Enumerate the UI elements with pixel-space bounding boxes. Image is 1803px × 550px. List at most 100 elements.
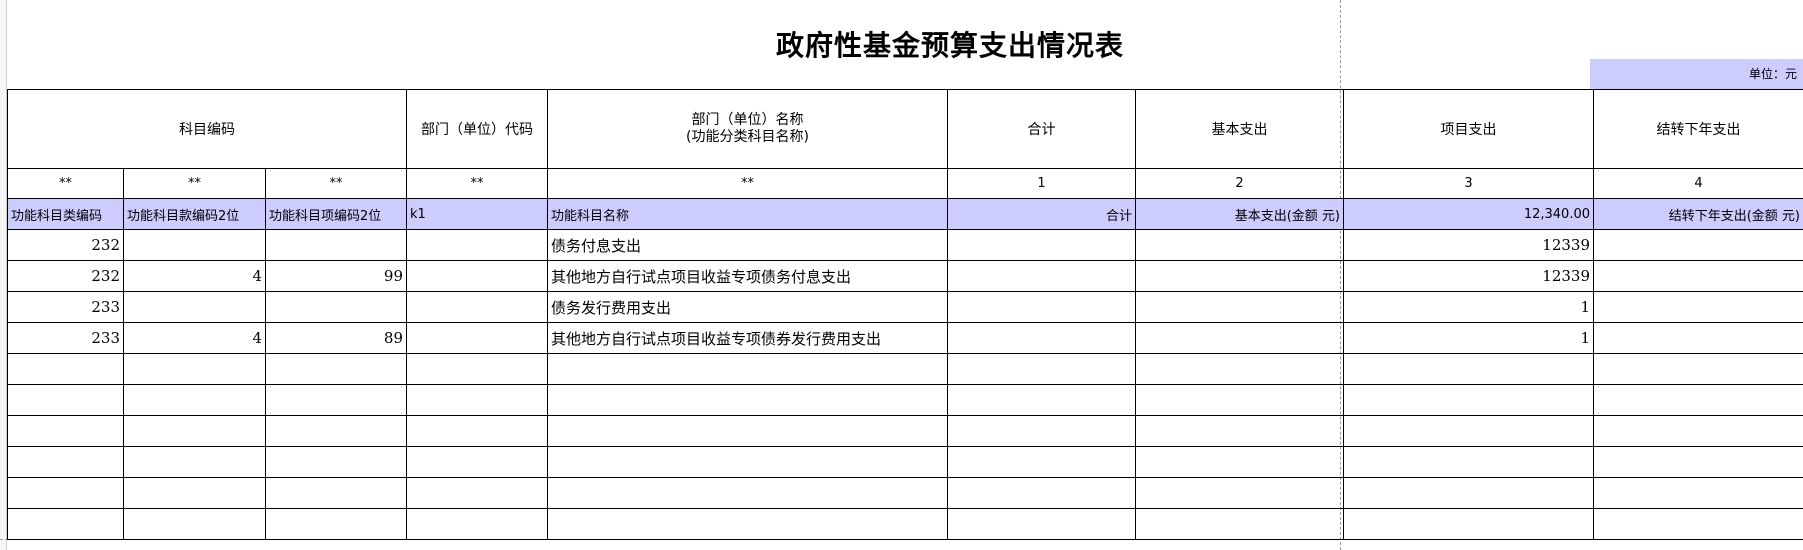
table-cell[interactable] [947,446,1136,478]
table-cell[interactable] [1593,260,1803,292]
table-cell[interactable] [123,353,266,385]
table-cell[interactable] [406,446,548,478]
table-cell[interactable] [947,477,1136,509]
field-cell[interactable]: 功能科目名称 [547,198,948,230]
table-cell[interactable] [947,415,1136,447]
table-cell[interactable]: 其他地方自行试点项目收益专项债券发行费用支出 [547,322,948,354]
header-total[interactable]: 合计 [947,89,1136,169]
table-cell[interactable] [1135,508,1344,540]
table-cell[interactable] [1593,291,1803,323]
table-cell[interactable] [1135,415,1344,447]
table-cell[interactable] [265,477,407,509]
field-cell[interactable]: 12,340.00 [1343,198,1594,230]
table-cell[interactable] [123,229,266,261]
table-cell[interactable] [1135,384,1344,416]
table-cell[interactable] [7,353,124,385]
header-dept-code[interactable]: 部门（单位）代码 [406,89,548,169]
table-cell[interactable] [1593,477,1803,509]
table-cell[interactable]: 12339 [1343,229,1594,261]
index-cell[interactable]: 3 [1343,168,1594,199]
table-cell[interactable] [1593,508,1803,540]
table-cell[interactable]: 1 [1343,322,1594,354]
table-cell[interactable]: 4 [123,260,266,292]
table-cell[interactable] [547,477,948,509]
table-cell[interactable] [1135,353,1344,385]
table-cell[interactable] [547,508,948,540]
field-cell[interactable]: 功能科目项编码2位 [265,198,407,230]
table-cell[interactable] [947,384,1136,416]
index-cell[interactable]: ** [265,168,407,199]
table-cell[interactable] [547,353,948,385]
table-cell[interactable] [406,260,548,292]
table-cell[interactable]: 89 [265,322,407,354]
table-cell[interactable] [947,260,1136,292]
table-cell[interactable] [7,384,124,416]
table-cell[interactable] [1343,508,1594,540]
table-cell[interactable] [265,415,407,447]
table-cell[interactable] [265,446,407,478]
table-cell[interactable] [1593,353,1803,385]
table-cell[interactable] [1343,384,1594,416]
field-cell[interactable]: k1 [406,198,548,230]
index-cell[interactable]: 4 [1593,168,1803,199]
table-cell[interactable]: 232 [7,229,124,261]
table-cell[interactable] [7,477,124,509]
table-cell[interactable] [265,229,407,261]
table-cell[interactable] [123,415,266,447]
table-cell[interactable] [406,353,548,385]
table-cell[interactable] [547,384,948,416]
table-cell[interactable] [406,384,548,416]
header-project[interactable]: 项目支出 [1343,89,1594,169]
table-cell[interactable] [1135,260,1344,292]
table-cell[interactable]: 1 [1343,291,1594,323]
table-cell[interactable]: 4 [123,322,266,354]
table-cell[interactable] [7,446,124,478]
table-cell[interactable] [1135,477,1344,509]
unit-label[interactable]: 单位：元 [1590,59,1803,89]
table-cell[interactable] [123,508,266,540]
table-cell[interactable] [406,415,548,447]
field-cell[interactable]: 基本支出(金额 元) [1135,198,1344,230]
table-cell[interactable] [265,384,407,416]
table-cell[interactable] [1593,322,1803,354]
table-cell[interactable] [1593,229,1803,261]
table-cell[interactable]: 232 [7,260,124,292]
table-cell[interactable] [1593,446,1803,478]
field-cell[interactable]: 功能科目类编码 [7,198,124,230]
table-cell[interactable] [7,508,124,540]
table-cell[interactable]: 债务付息支出 [547,229,948,261]
table-cell[interactable] [1593,415,1803,447]
table-cell[interactable] [1343,353,1594,385]
table-cell[interactable] [1135,446,1344,478]
table-cell[interactable] [1135,229,1344,261]
table-cell[interactable] [265,291,407,323]
table-cell[interactable] [123,384,266,416]
table-cell[interactable] [947,322,1136,354]
header-dept-name[interactable]: 部门（单位）名称 (功能分类科目名称) [547,89,948,169]
field-cell[interactable]: 结转下年支出(金额 元) [1593,198,1803,230]
table-cell[interactable] [947,291,1136,323]
field-cell[interactable]: 合计 [947,198,1136,230]
table-cell[interactable] [947,508,1136,540]
table-cell[interactable] [123,446,266,478]
index-cell[interactable]: ** [7,168,124,199]
table-cell[interactable] [947,229,1136,261]
table-cell[interactable] [123,477,266,509]
table-cell[interactable] [1343,415,1594,447]
table-cell[interactable]: 12339 [1343,260,1594,292]
table-cell[interactable] [406,477,548,509]
table-cell[interactable] [7,415,124,447]
table-cell[interactable] [1343,446,1594,478]
table-cell[interactable] [1135,322,1344,354]
table-cell[interactable] [406,229,548,261]
table-cell[interactable] [1593,384,1803,416]
table-cell[interactable]: 233 [7,291,124,323]
index-cell[interactable]: 2 [1135,168,1344,199]
index-cell[interactable]: 1 [947,168,1136,199]
table-cell[interactable] [406,508,548,540]
table-cell[interactable] [123,291,266,323]
header-subject-code[interactable]: 科目编码 [7,89,407,169]
table-cell[interactable]: 99 [265,260,407,292]
index-cell[interactable]: ** [547,168,948,199]
field-cell[interactable]: 功能科目款编码2位 [123,198,266,230]
